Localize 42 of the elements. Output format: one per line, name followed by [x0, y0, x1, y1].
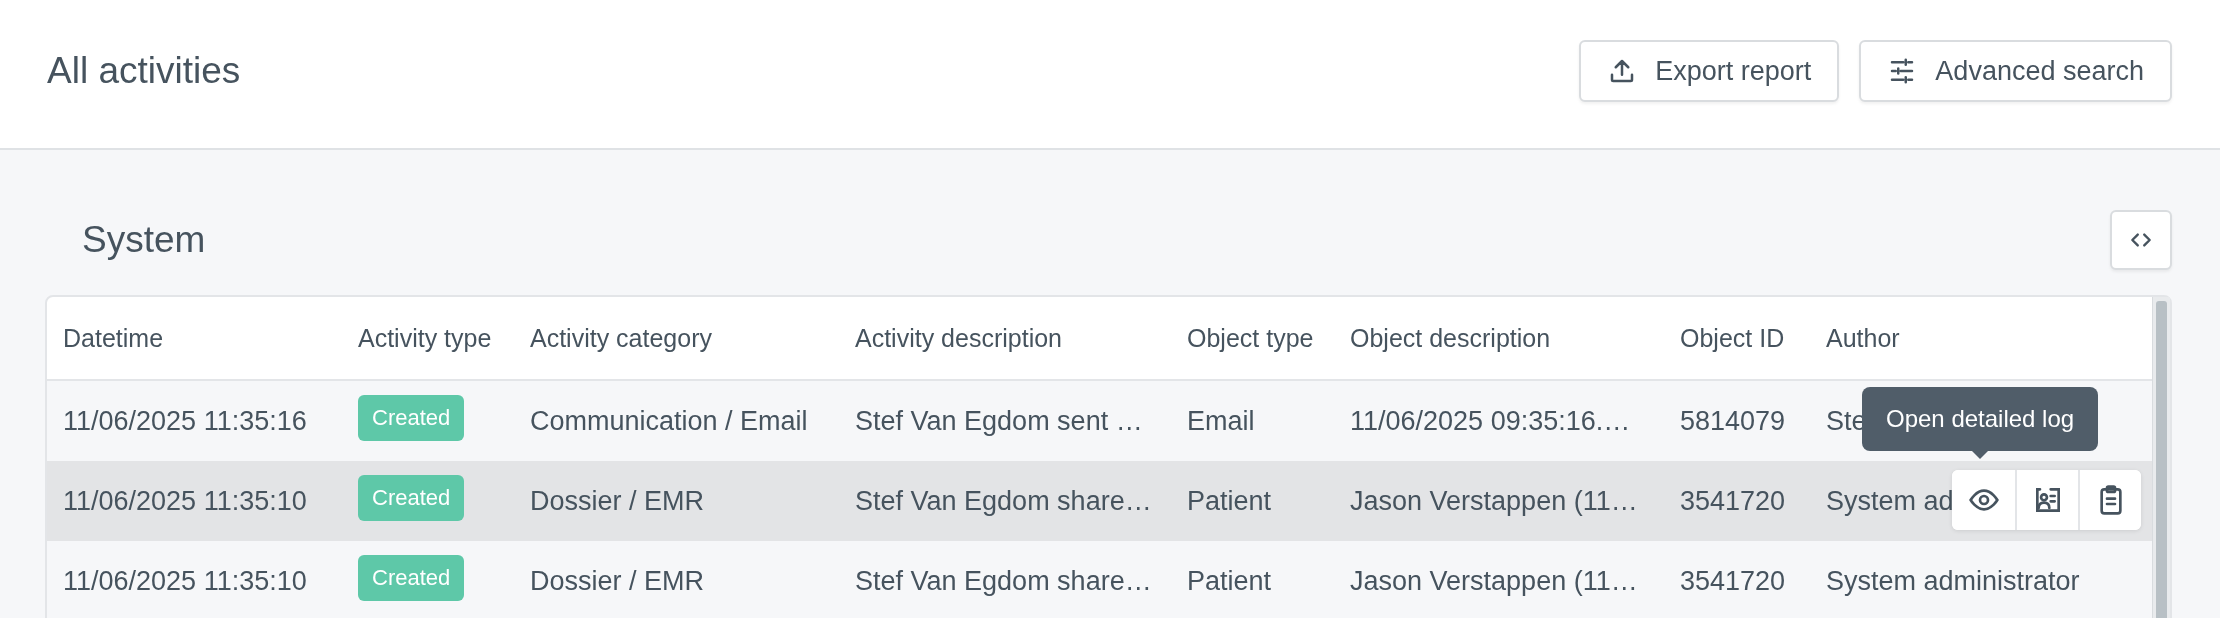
column-header[interactable]: Activity type — [358, 323, 492, 353]
table-cell: Stef Van Egdom share… — [855, 485, 1152, 517]
table-cell: Jason Verstappen (11… — [1350, 565, 1638, 597]
table-cell: Stef Van Egdom share… — [855, 565, 1152, 597]
scrollbar[interactable] — [2152, 297, 2170, 618]
table-cell: Dossier / EMR — [530, 565, 705, 597]
status-badge: Created — [358, 555, 465, 601]
table-cell: 3541720 — [1680, 565, 1786, 597]
status-badge: Created — [358, 395, 465, 441]
column-header[interactable]: Author — [1826, 323, 1900, 353]
column-header[interactable]: Activity category — [530, 323, 712, 353]
table-cell: 3541720 — [1680, 485, 1786, 517]
table-cell: System ad — [1826, 485, 1954, 517]
clipboard-button[interactable] — [2078, 470, 2141, 530]
table-cell: Patient — [1187, 565, 1272, 597]
export-button[interactable]: Export report — [1579, 40, 1840, 102]
page-title: All activities — [47, 50, 241, 92]
table-cell: Jason Verstappen (11… — [1350, 485, 1638, 517]
column-header[interactable]: Datetime — [63, 323, 164, 353]
advanced-search-button[interactable]: Advanced search — [1859, 40, 2172, 102]
table-cell: Email — [1187, 405, 1255, 437]
table-cell: 5814079 — [1680, 405, 1786, 437]
table-cell: 11/06/2025 11:35:10 — [63, 565, 307, 597]
table-cell: Stef Van Egdom sent … — [855, 405, 1143, 437]
contact-card-button[interactable] — [2015, 470, 2078, 530]
table-cell: Dossier / EMR — [530, 485, 705, 517]
column-header[interactable]: Object type — [1187, 323, 1314, 353]
table-cell: System administrator — [1826, 565, 2080, 597]
tooltip: Open detailed log — [1862, 387, 2099, 459]
tooltip-pointer-icon — [1972, 451, 1989, 459]
table-cell: 11/06/2025 11:35:10 — [63, 485, 307, 517]
table-cell: 11/06/2025 11:35:16 — [63, 405, 307, 437]
status-badge: Created — [358, 475, 465, 521]
column-header[interactable]: Activity description — [855, 323, 1063, 353]
section-title: System — [82, 218, 206, 261]
table-cell: Communication / Email — [530, 405, 808, 437]
column-header[interactable]: Object ID — [1680, 323, 1785, 353]
table-cell: Patient — [1187, 485, 1272, 517]
code-toggle-button[interactable] — [2110, 209, 2172, 270]
column-header[interactable]: Object description — [1350, 323, 1551, 353]
table-cell: 11/06/2025 09:35:16.… — [1350, 405, 1631, 437]
view-button[interactable] — [1952, 470, 2015, 530]
